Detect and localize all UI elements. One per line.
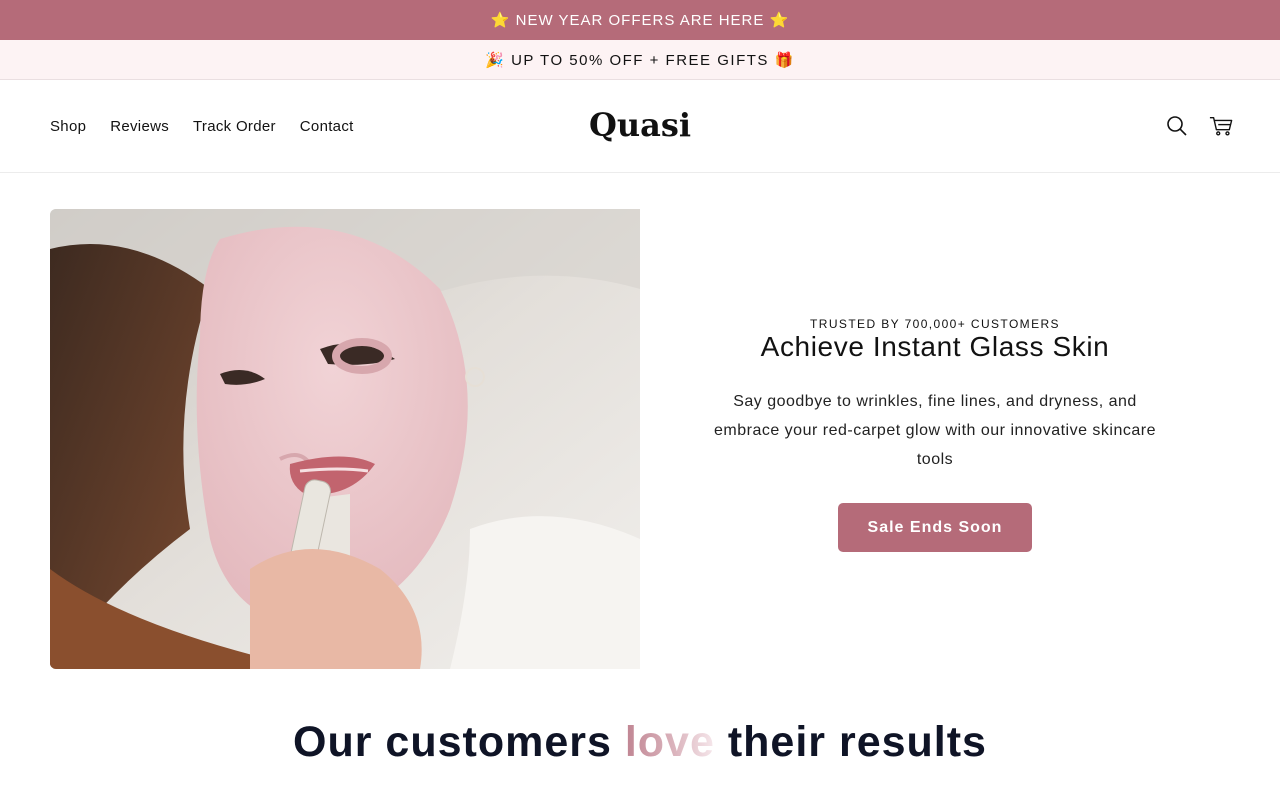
hero-description: Say goodbye to wrinkles, fine lines, and…: [713, 393, 1157, 468]
cart-icon[interactable]: [1209, 114, 1233, 138]
nav-link-contact[interactable]: Contact: [300, 118, 354, 135]
announcement-bar-primary: ⭐ NEW YEAR OFFERS ARE HERE ⭐: [0, 0, 1280, 40]
hero-eyebrow: TRUSTED BY 700,000+ CUSTOMERS: [810, 317, 1060, 331]
nav-link-shop[interactable]: Shop: [50, 118, 86, 135]
results-title-after: their results: [714, 718, 987, 766]
site-header: Shop Reviews Track Order Contact Quasi: [0, 80, 1280, 173]
results-title-highlight: love: [624, 718, 715, 766]
header-icons: [1165, 80, 1233, 172]
results-section-title: Our customers love their results: [0, 718, 1280, 767]
hero-image: [50, 209, 640, 669]
nav-link-track-order[interactable]: Track Order: [193, 118, 276, 135]
hero-section: TRUSTED BY 700,000+ CUSTOMERS Achieve In…: [0, 173, 1280, 713]
nav-link-reviews[interactable]: Reviews: [110, 118, 169, 135]
search-icon[interactable]: [1165, 114, 1189, 138]
hero-title: Achieve Instant Glass Skin: [760, 331, 1110, 362]
announcement-text-primary: ⭐ NEW YEAR OFFERS ARE HERE ⭐: [490, 12, 790, 29]
announcement-bar-secondary: 🎉 UP TO 50% OFF + FREE GIFTS 🎁: [0, 40, 1280, 80]
results-title-before: Our customers: [293, 718, 625, 766]
announcement-text-secondary: 🎉 UP TO 50% OFF + FREE GIFTS 🎁: [485, 51, 795, 69]
hero-content: TRUSTED BY 700,000+ CUSTOMERS Achieve In…: [700, 173, 1170, 713]
main-nav: Shop Reviews Track Order Contact: [50, 80, 354, 172]
sale-ends-soon-button[interactable]: Sale Ends Soon: [838, 503, 1032, 552]
site-logo[interactable]: Quasi: [589, 106, 691, 144]
